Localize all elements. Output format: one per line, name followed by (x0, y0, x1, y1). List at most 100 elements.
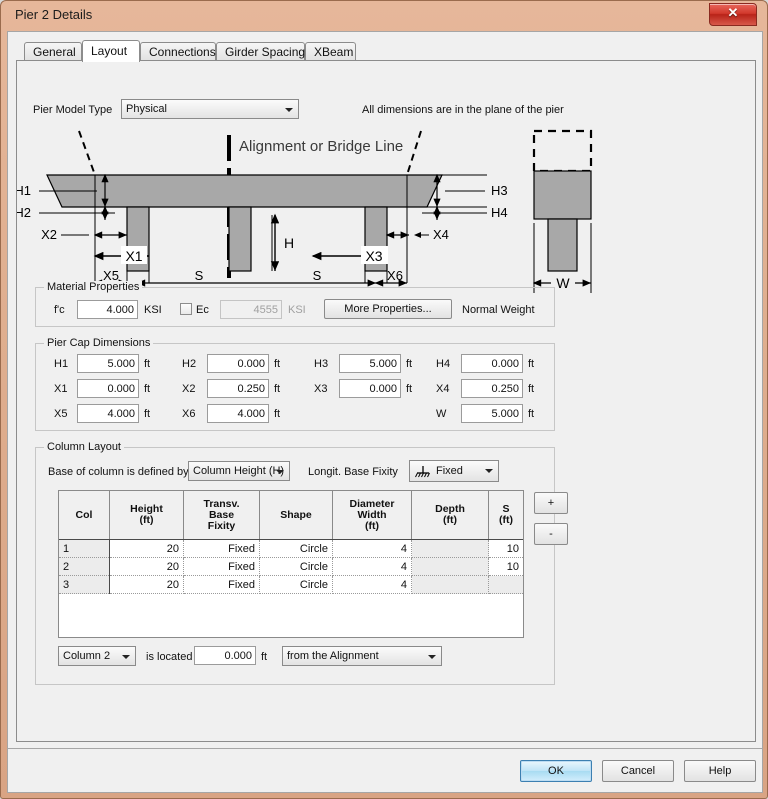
reference-selector[interactable]: from the Alignment (282, 646, 442, 666)
x6-unit: ft (274, 408, 281, 420)
cell-transv-base-fixity[interactable]: Fixed (183, 557, 260, 576)
w-field[interactable] (461, 404, 523, 423)
cell-col[interactable]: 1 (59, 539, 110, 558)
cell-height[interactable]: 20 (109, 575, 184, 594)
longit-base-fixity-select[interactable]: Fixed (409, 460, 499, 482)
ec-label: Ec (196, 304, 209, 316)
ec-unit-label: KSI (288, 304, 306, 316)
diagram-label-h2: H2 (17, 205, 31, 220)
x3-label: X3 (314, 383, 328, 395)
cancel-button[interactable]: Cancel (602, 760, 674, 782)
th-shape: Shape (259, 491, 333, 540)
chevron-down-icon (122, 655, 130, 659)
column-table[interactable]: Col Height (ft) Transv. Base Fixity Shap… (58, 490, 524, 638)
ec-checkbox[interactable] (180, 303, 192, 315)
cell-diameter-width[interactable]: 4 (332, 557, 412, 576)
w-unit: ft (528, 408, 535, 420)
cell-transv-base-fixity[interactable]: Fixed (183, 539, 260, 558)
cell-shape[interactable]: Circle (259, 575, 333, 594)
diagram-label-x2: X2 (41, 227, 57, 242)
h4-field[interactable] (461, 354, 523, 373)
h2-field[interactable] (207, 354, 269, 373)
column-selector-value: Column 2 (63, 650, 111, 662)
window-title: Pier 2 Details (15, 7, 93, 22)
chevron-down-icon (276, 470, 284, 474)
tab-layout[interactable]: Layout (82, 40, 140, 62)
cell-depth (411, 575, 489, 594)
fc-field[interactable] (77, 300, 138, 319)
cell-s[interactable]: 10 (488, 539, 523, 558)
h3-field[interactable] (339, 354, 401, 373)
help-button[interactable]: Help (684, 760, 756, 782)
h3-unit: ft (406, 358, 413, 370)
pier-cap-dimensions-group: Pier Cap Dimensions H1 ft H2 ft H3 ft H4… (35, 337, 555, 431)
table-row[interactable]: 2 20 Fixed Circle 4 10 (59, 557, 523, 576)
fixed-support-icon (415, 466, 430, 478)
tab-strip: General Layout Connections Girder Spacin… (16, 40, 756, 62)
add-row-button[interactable]: + (534, 492, 568, 514)
table-row[interactable]: 3 20 Fixed Circle 4 (59, 575, 523, 594)
dialog-client-area: General Layout Connections Girder Spacin… (7, 31, 763, 749)
cell-depth (411, 557, 489, 576)
diagram-label-h: H (284, 235, 294, 251)
cell-shape[interactable]: Circle (259, 557, 333, 576)
close-button[interactable]: ✕ (709, 3, 757, 26)
dimensions-note: All dimensions are in the plane of the p… (362, 104, 564, 116)
x4-label: X4 (436, 383, 450, 395)
table-header-row: Col Height (ft) Transv. Base Fixity Shap… (59, 491, 523, 540)
diagram-label-x1: X1 (125, 248, 142, 264)
column-table-element: Col Height (ft) Transv. Base Fixity Shap… (59, 491, 523, 594)
cell-height[interactable]: 20 (109, 539, 184, 558)
x2-field[interactable] (207, 379, 269, 398)
more-properties-button[interactable]: More Properties... (324, 299, 452, 319)
th-transv-line3: Fixity (207, 519, 236, 532)
x2-unit: ft (274, 383, 281, 395)
chevron-down-icon (285, 108, 293, 112)
cell-transv-base-fixity[interactable]: Fixed (183, 575, 260, 594)
h1-label: H1 (54, 358, 69, 370)
cell-diameter-width[interactable]: 4 (332, 575, 412, 594)
cell-col[interactable]: 2 (59, 557, 110, 576)
column-selector[interactable]: Column 2 (58, 646, 136, 666)
tab-xbeam[interactable]: XBeam (305, 42, 356, 61)
chevron-down-icon (485, 469, 493, 473)
x4-unit: ft (528, 383, 535, 395)
column-distance-field[interactable] (194, 646, 256, 665)
cell-height[interactable]: 20 (109, 557, 184, 576)
diagram-label-w: W (556, 275, 570, 291)
tab-general[interactable]: General (24, 42, 82, 61)
th-col: Col (59, 491, 110, 540)
cell-s (488, 575, 523, 594)
fc-unit-label: KSI (144, 304, 162, 316)
x4-field[interactable] (461, 379, 523, 398)
diagram-label-x4: X4 (433, 227, 449, 242)
cell-s[interactable]: 10 (488, 557, 523, 576)
diagram-label-s-left: S (195, 268, 204, 283)
x5-field[interactable] (77, 404, 139, 423)
table-row[interactable]: 1 20 Fixed Circle 4 10 (59, 539, 523, 558)
base-defined-by-label: Base of column is defined by (48, 466, 189, 478)
h1-field[interactable] (77, 354, 139, 373)
weight-label: Normal Weight (462, 304, 535, 316)
th-height-line2: (ft) (139, 514, 154, 526)
tab-girder-spacing[interactable]: Girder Spacing (216, 42, 305, 61)
x6-field[interactable] (207, 404, 269, 423)
x1-label: X1 (54, 383, 68, 395)
th-transv-base-fixity: Transv. Base Fixity (183, 491, 260, 540)
th-col-line1: Col (75, 508, 93, 521)
ok-button[interactable]: OK (520, 760, 592, 782)
is-located-label: is located (146, 651, 193, 663)
cell-shape[interactable]: Circle (259, 539, 333, 558)
x1-field[interactable] (77, 379, 139, 398)
x5-unit: ft (144, 408, 151, 420)
cell-col[interactable]: 3 (59, 575, 110, 594)
base-defined-by-select[interactable]: Column Height (H) (188, 461, 290, 481)
x3-field[interactable] (339, 379, 401, 398)
pier-model-type-select[interactable]: Physical (121, 99, 299, 119)
cell-diameter-width[interactable]: 4 (332, 539, 412, 558)
diagram-label-x6: X6 (387, 268, 403, 283)
remove-row-button[interactable]: - (534, 523, 568, 545)
tab-connections[interactable]: Connections (140, 42, 216, 61)
h1-unit: ft (144, 358, 151, 370)
chevron-down-icon (428, 655, 436, 659)
